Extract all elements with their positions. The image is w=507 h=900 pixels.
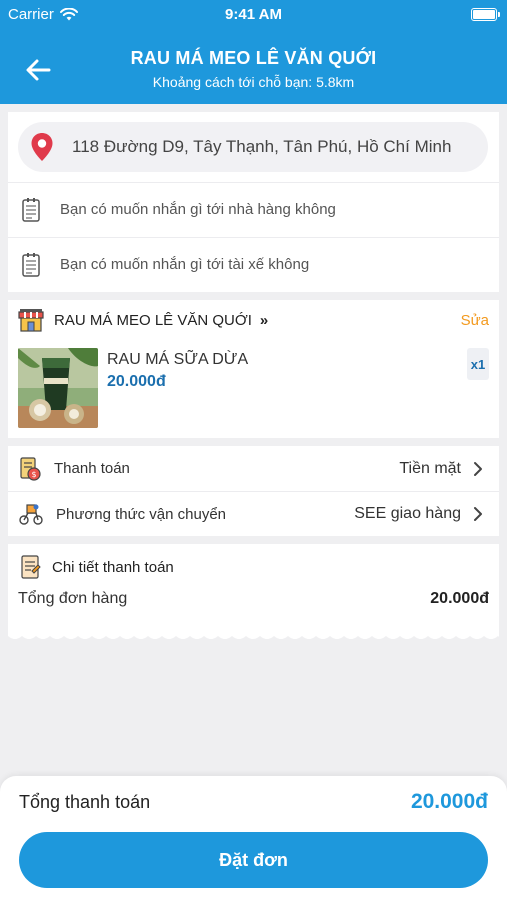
shop-name[interactable]: RAU MÁ MEO LÊ VĂN QUỚI	[54, 312, 252, 329]
shop-card: RAU MÁ MEO LÊ VĂN QUỚI » Sửa RAU MÁ SỮA …	[8, 300, 499, 438]
payment-detail-header: Chi tiết thanh toán	[18, 554, 174, 580]
order-total-label: Tổng đơn hàng	[18, 590, 128, 607]
receipt-icon	[21, 555, 41, 579]
drink-thumbnail	[18, 348, 98, 428]
shop-header: RAU MÁ MEO LÊ VĂN QUỚI » Sửa	[18, 308, 489, 332]
payment-detail-title: Chi tiết thanh toán	[52, 558, 174, 576]
address-text: 118 Đường D9, Tây Thạnh, Tân Phú, Hồ Chí…	[72, 137, 452, 156]
page-title: RAU MÁ MEO LÊ VĂN QUỚI	[130, 48, 377, 68]
payment-icon: $	[20, 456, 41, 481]
edit-order-link[interactable]: Sửa	[461, 312, 489, 329]
back-button[interactable]	[18, 52, 58, 88]
payment-detail-card: Chi tiết thanh toán Tổng đơn hàng 20.000…	[8, 544, 499, 636]
store-icon	[18, 309, 44, 332]
shipping-label: Phương thức vận chuyển	[56, 505, 227, 523]
restaurant-note-input[interactable]: Bạn có muốn nhắn gì tới nhà hàng không	[8, 182, 499, 236]
payment-label: Thanh toán	[54, 460, 130, 477]
note-icon	[22, 252, 40, 277]
receipt-edge-decoration	[8, 630, 499, 639]
checkout-footer: Tổng thanh toán 20.000đ Đặt đơn	[0, 776, 507, 900]
item-price: 20.000đ	[107, 373, 166, 390]
order-total-value: 20.000đ	[430, 590, 489, 607]
svg-text:$: $	[31, 470, 36, 479]
driver-note-input[interactable]: Bạn có muốn nhắn gì tới tài xế không	[8, 237, 499, 291]
grand-total-label: Tổng thanh toán	[19, 792, 151, 812]
payment-shipping-card: $ Thanh toán Tiền mặt Phương thức vận ch…	[8, 446, 499, 536]
item-quantity-badge[interactable]: x1	[467, 348, 489, 380]
status-bar: Carrier 9:41 AM	[0, 0, 507, 28]
arrow-left-icon	[26, 59, 51, 81]
item-name: RAU MÁ SỮA DỪA	[107, 351, 249, 368]
shipping-method-row[interactable]: Phương thức vận chuyển SEE giao hàng	[8, 491, 499, 536]
app-header: Carrier 9:41 AM RAU MÁ MEO LÊ VĂN QUỚI K…	[0, 0, 507, 104]
battery-icon	[471, 8, 500, 21]
header-titles: RAU MÁ MEO LÊ VĂN QUỚI Khoảng cách tới c…	[60, 48, 447, 90]
double-chevron-right-icon[interactable]: »	[260, 312, 268, 329]
driver-note-placeholder: Bạn có muốn nhắn gì tới tài xế không	[60, 256, 310, 273]
distance-subtitle: Khoảng cách tới chỗ bạn: 5.8km	[152, 74, 355, 90]
place-order-button[interactable]: Đặt đơn	[19, 832, 488, 888]
chevron-right-icon	[474, 507, 482, 521]
location-pin-icon	[31, 133, 53, 161]
delivery-icon	[19, 504, 43, 525]
drink-image-icon	[18, 348, 98, 428]
shipping-value: SEE giao hàng	[354, 505, 461, 522]
status-time: 9:41 AM	[225, 6, 282, 23]
grand-total-value: 20.000đ	[410, 790, 488, 813]
restaurant-note-placeholder: Bạn có muốn nhắn gì tới nhà hàng không	[60, 201, 336, 218]
note-icon	[22, 197, 40, 222]
address-card: 118 Đường D9, Tây Thạnh, Tân Phú, Hồ Chí…	[8, 112, 499, 292]
payment-method-row[interactable]: $ Thanh toán Tiền mặt	[8, 446, 499, 491]
chevron-right-icon	[474, 461, 482, 476]
address-selector[interactable]: 118 Đường D9, Tây Thạnh, Tân Phú, Hồ Chí…	[18, 122, 488, 172]
payment-value: Tiền mặt	[399, 459, 461, 477]
